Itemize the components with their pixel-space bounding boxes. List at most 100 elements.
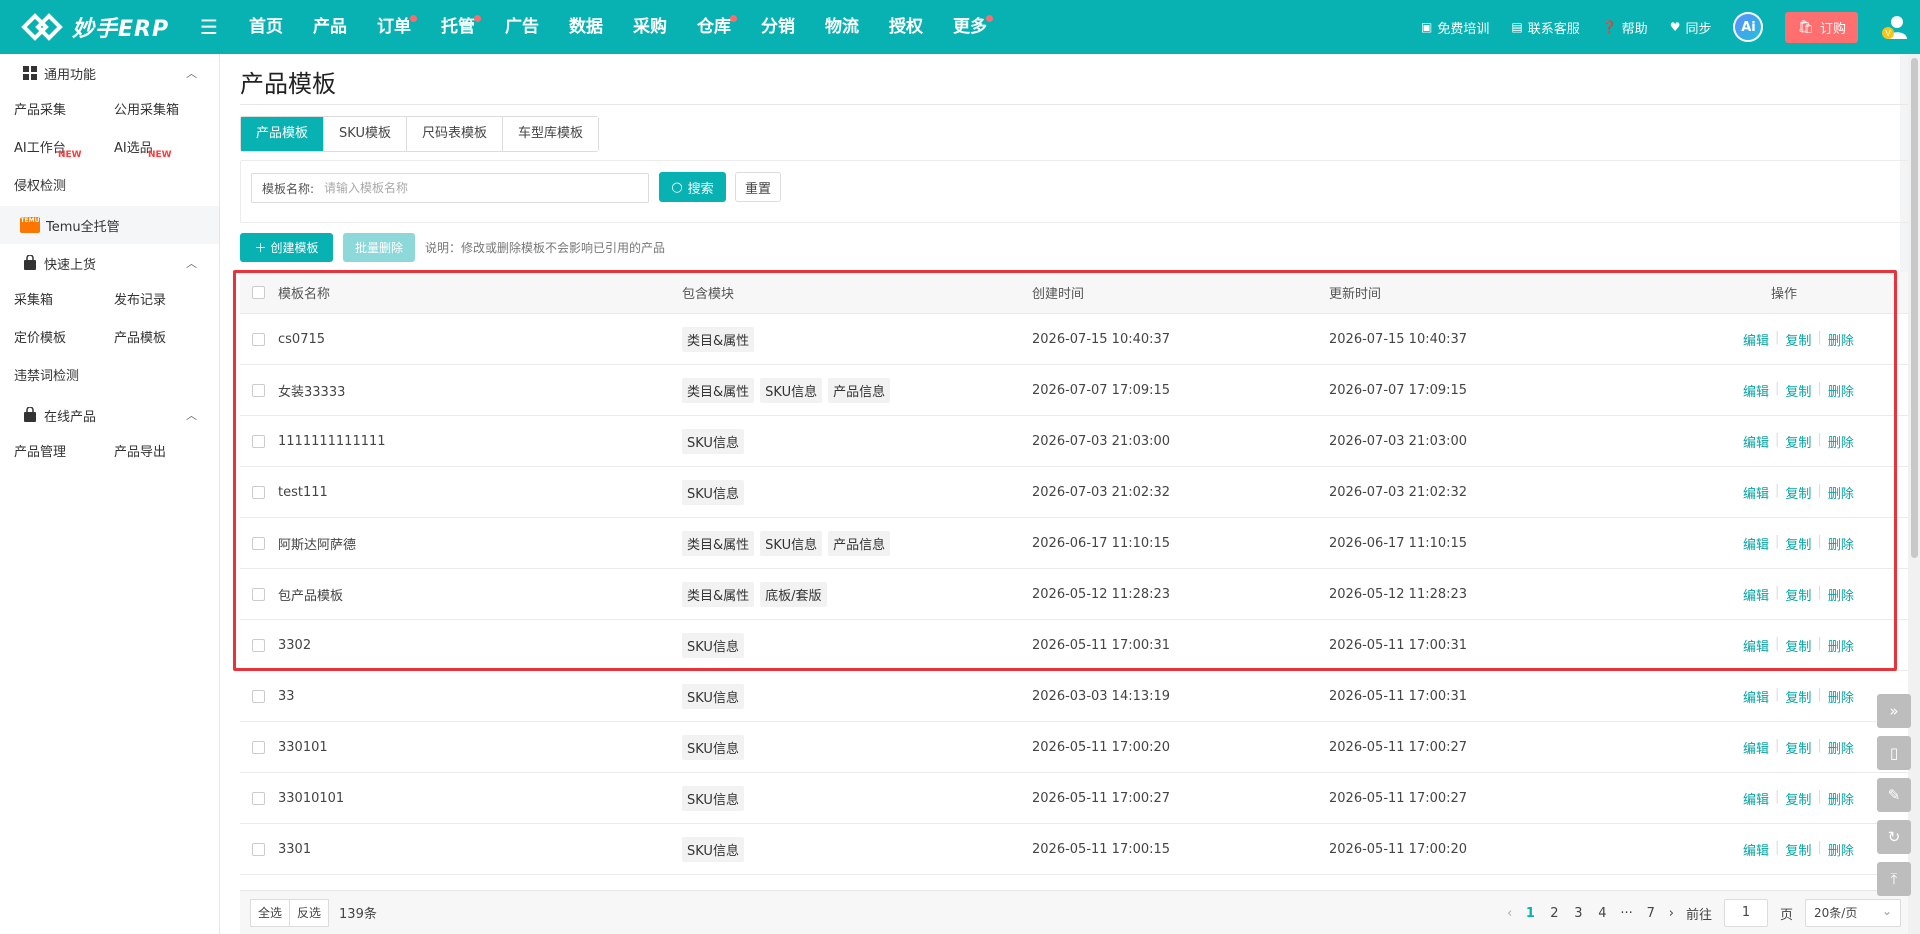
order-button[interactable]: 🛍 订购: [1785, 11, 1858, 43]
invert-selection-button[interactable]: 反选: [290, 898, 330, 927]
copy-link[interactable]: 复制: [1785, 483, 1811, 502]
row-checkbox[interactable]: [251, 638, 265, 652]
row-checkbox[interactable]: [251, 740, 265, 754]
tab-3[interactable]: 车型库模板: [502, 117, 598, 151]
edit-link[interactable]: 编辑: [1743, 381, 1769, 400]
delete-link[interactable]: 删除: [1828, 585, 1854, 604]
nav-item[interactable]: 产品: [298, 0, 362, 54]
edit-link[interactable]: 编辑: [1743, 432, 1769, 451]
copy-link[interactable]: 复制: [1785, 534, 1811, 553]
scrollbar-thumb[interactable]: [1911, 58, 1918, 558]
row-checkbox[interactable]: [251, 434, 265, 448]
menu-toggle-icon[interactable]: ☰: [194, 15, 224, 39]
row-checkbox[interactable]: [251, 485, 265, 499]
row-checkbox[interactable]: [251, 332, 265, 346]
sidebar-item-temu[interactable]: TEMU Temu全托管: [0, 206, 219, 244]
sidebar-item[interactable]: 公用采集箱: [114, 92, 214, 130]
nav-item[interactable]: 物流: [810, 0, 874, 54]
copy-link[interactable]: 复制: [1785, 381, 1811, 400]
nav-item[interactable]: 数据: [554, 0, 618, 54]
support-link[interactable]: ▤ 联系客服: [1511, 18, 1579, 37]
ai-assistant-button[interactable]: Ai: [1733, 12, 1764, 42]
nav-item[interactable]: 订单: [362, 0, 426, 54]
row-checkbox[interactable]: [251, 689, 265, 703]
edit-link[interactable]: 编辑: [1743, 687, 1769, 706]
goto-page-input[interactable]: 1: [1723, 899, 1768, 927]
sidebar-section-quick[interactable]: 快速上货 ︿: [0, 244, 219, 282]
nav-item[interactable]: 托管: [426, 0, 490, 54]
edit-link[interactable]: 编辑: [1743, 483, 1769, 502]
row-checkbox[interactable]: [251, 587, 265, 601]
sidebar-item[interactable]: 发布记录: [114, 282, 214, 320]
delete-link[interactable]: 删除: [1828, 738, 1854, 757]
select-all-checkbox[interactable]: [251, 286, 265, 299]
page-number[interactable]: 7: [1645, 906, 1657, 921]
sidebar-item[interactable]: AI工作台 NEW: [14, 130, 114, 168]
edit-link[interactable]: 编辑: [1743, 636, 1769, 655]
delete-link[interactable]: 删除: [1828, 687, 1854, 706]
delete-link[interactable]: 删除: [1828, 636, 1854, 655]
copy-link[interactable]: 复制: [1785, 636, 1811, 655]
bulk-delete-button[interactable]: 批量删除: [343, 233, 415, 262]
row-checkbox[interactable]: [251, 791, 265, 805]
sidebar-item[interactable]: 采集箱: [14, 282, 114, 320]
sidebar-item[interactable]: 定价模板: [14, 320, 114, 358]
mobile-icon[interactable]: ▯: [1877, 736, 1911, 770]
page-size-select[interactable]: 20条/页: [1805, 898, 1901, 927]
nav-item[interactable]: 采购: [618, 0, 682, 54]
page-number[interactable]: 2: [1548, 906, 1560, 921]
collapse-icon[interactable]: »: [1877, 694, 1911, 728]
sidebar-item-banned-words[interactable]: 违禁词检测: [0, 358, 219, 396]
delete-link[interactable]: 删除: [1828, 330, 1854, 349]
training-link[interactable]: ▣ 免费培训: [1421, 18, 1489, 37]
sidebar-item[interactable]: AI选品 NEW: [114, 130, 214, 168]
delete-link[interactable]: 删除: [1828, 483, 1854, 502]
sidebar-section-general[interactable]: 通用功能 ︿: [0, 54, 219, 92]
nav-item[interactable]: 广告: [490, 0, 554, 54]
copy-link[interactable]: 复制: [1785, 738, 1811, 757]
row-checkbox[interactable]: [251, 383, 265, 397]
copy-link[interactable]: 复制: [1785, 840, 1811, 859]
sidebar-item-infringement[interactable]: 侵权检测: [0, 168, 219, 206]
delete-link[interactable]: 删除: [1828, 432, 1854, 451]
sidebar-item[interactable]: 产品导出: [114, 434, 214, 472]
delete-link[interactable]: 删除: [1828, 789, 1854, 808]
row-checkbox[interactable]: [251, 536, 265, 550]
nav-item[interactable]: 仓库: [682, 0, 746, 54]
copy-link[interactable]: 复制: [1785, 330, 1811, 349]
copy-link[interactable]: 复制: [1785, 789, 1811, 808]
sync-link[interactable]: ♥ 同步: [1670, 18, 1712, 37]
sidebar-item[interactable]: 产品模板: [114, 320, 214, 358]
row-checkbox[interactable]: [251, 842, 265, 856]
page-number[interactable]: 4: [1596, 906, 1608, 921]
select-all-button[interactable]: 全选: [250, 898, 291, 927]
template-name-input[interactable]: [324, 181, 625, 195]
sidebar-item[interactable]: 产品采集: [14, 92, 114, 130]
create-template-button[interactable]: ＋ 创建模板: [240, 233, 333, 262]
page-number[interactable]: 1: [1524, 906, 1536, 921]
prev-page-icon[interactable]: ‹: [1507, 906, 1512, 921]
edit-link[interactable]: 编辑: [1743, 330, 1769, 349]
refresh-icon[interactable]: ↻: [1877, 820, 1911, 854]
search-button[interactable]: ○ 搜索: [659, 172, 726, 202]
edit-link[interactable]: 编辑: [1743, 840, 1769, 859]
delete-link[interactable]: 删除: [1828, 381, 1854, 400]
tab-0[interactable]: 产品模板: [241, 117, 325, 151]
edit-link[interactable]: 编辑: [1743, 585, 1769, 604]
delete-link[interactable]: 删除: [1828, 840, 1854, 859]
copy-link[interactable]: 复制: [1785, 585, 1811, 604]
page-number[interactable]: 3: [1572, 906, 1584, 921]
back-to-top-icon[interactable]: ⤒: [1877, 862, 1911, 896]
delete-link[interactable]: 删除: [1828, 534, 1854, 553]
brand-logo[interactable]: 妙手ERP: [0, 11, 180, 43]
edit-link[interactable]: 编辑: [1743, 738, 1769, 757]
edit-link[interactable]: 编辑: [1743, 789, 1769, 808]
page-number[interactable]: ···: [1620, 906, 1632, 921]
sidebar-item[interactable]: 产品管理: [14, 434, 114, 472]
copy-link[interactable]: 复制: [1785, 432, 1811, 451]
user-avatar-icon[interactable]: V: [1880, 13, 1908, 41]
edit-link[interactable]: 编辑: [1743, 534, 1769, 553]
copy-link[interactable]: 复制: [1785, 687, 1811, 706]
nav-item[interactable]: 授权: [874, 0, 938, 54]
nav-item[interactable]: 首页: [234, 0, 298, 54]
